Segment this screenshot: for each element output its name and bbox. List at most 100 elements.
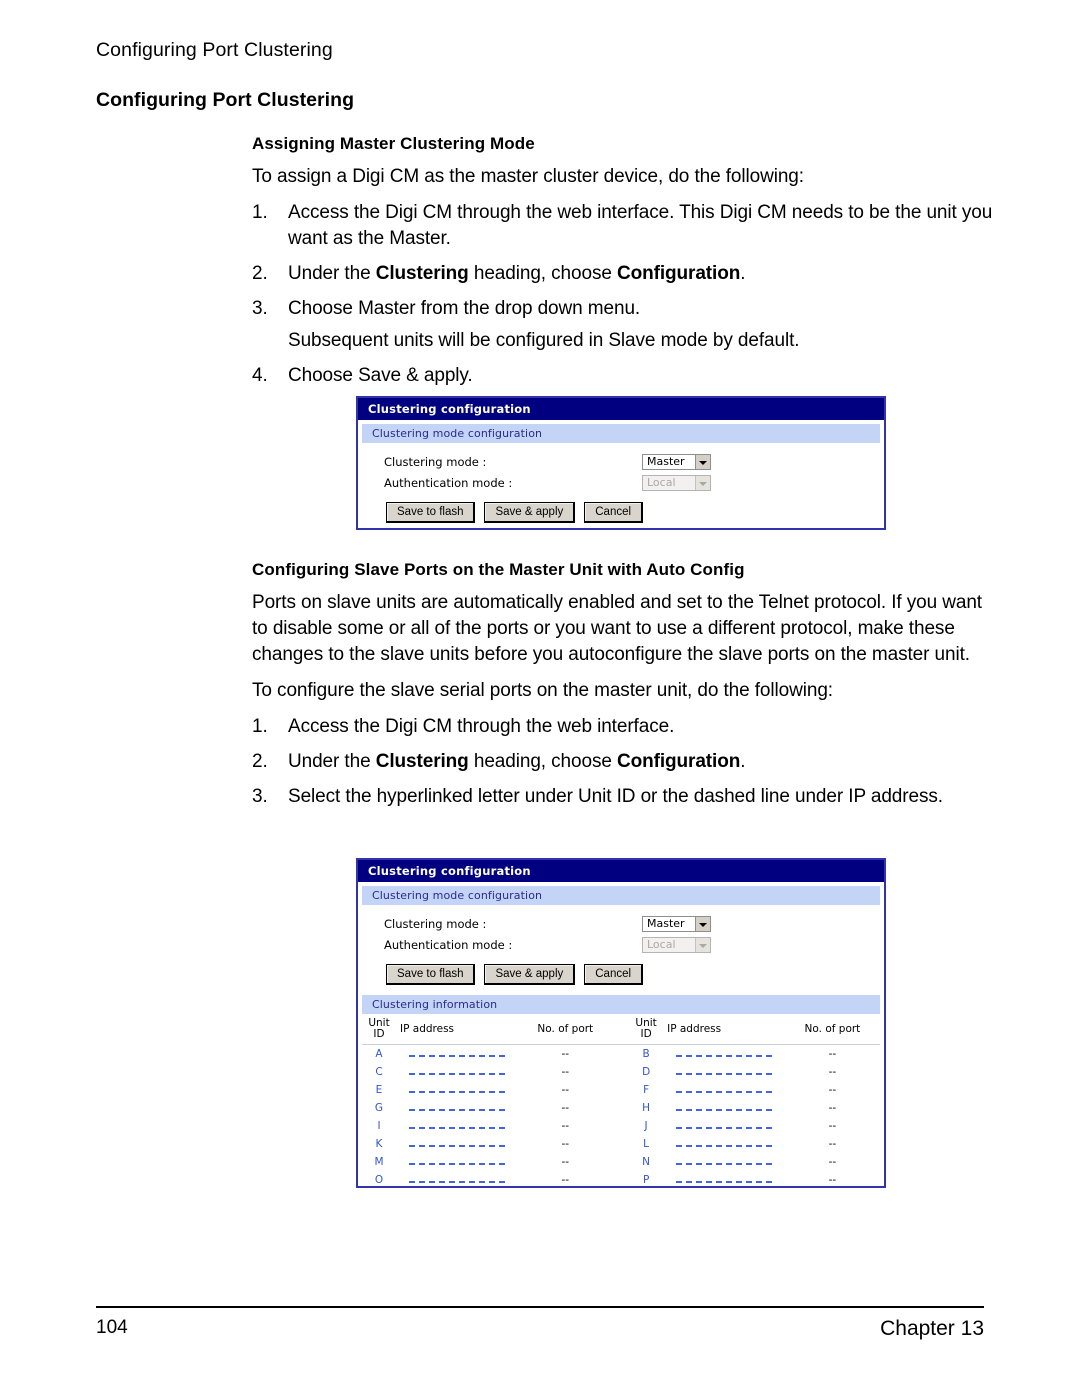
unit-id-link[interactable]: D bbox=[629, 1063, 663, 1081]
authentication-mode-row: Authentication mode : Local bbox=[384, 472, 880, 493]
clustering-configuration-panel-1: Clustering configuration Clustering mode… bbox=[356, 396, 886, 530]
ip-address-link[interactable] bbox=[396, 1153, 518, 1171]
ip-address-link[interactable] bbox=[396, 1045, 518, 1064]
unit-id-link[interactable]: K bbox=[362, 1135, 396, 1153]
ip-address-link[interactable] bbox=[663, 1099, 785, 1117]
unit-id-link[interactable]: H bbox=[629, 1099, 663, 1117]
section2-para2: To configure the slave serial ports on t… bbox=[252, 680, 833, 701]
table-row: E -- F -- bbox=[362, 1081, 880, 1099]
ip-address-link[interactable] bbox=[663, 1045, 785, 1064]
table-header-row: Unit ID IP address No. of port Unit ID I… bbox=[362, 1016, 880, 1045]
clustering-mode-value: Master bbox=[647, 916, 685, 930]
dashed-link-icon bbox=[408, 1068, 505, 1075]
step-text: Under the bbox=[288, 751, 376, 772]
row-gap bbox=[613, 1135, 629, 1153]
step-text: Access the Digi CM through the web inter… bbox=[288, 202, 993, 249]
section-header-clustering-mode: Clustering mode configuration bbox=[362, 886, 880, 905]
ip-address-link[interactable] bbox=[396, 1135, 518, 1153]
step-bold-clustering: Clustering bbox=[375, 263, 469, 284]
col-no-of-port-left: No. of port bbox=[517, 1016, 613, 1045]
panel-titlebar: Clustering configuration bbox=[358, 860, 884, 882]
panel-body: Clustering mode configuration Clustering… bbox=[358, 420, 884, 531]
document-page: Configuring Port Clustering Configuring … bbox=[0, 0, 1080, 1397]
save-to-flash-button[interactable]: Save to flash bbox=[386, 964, 476, 985]
unit-id-link[interactable]: E bbox=[362, 1081, 396, 1099]
dashed-link-icon bbox=[675, 1050, 772, 1057]
ip-address-link[interactable] bbox=[663, 1081, 785, 1099]
no-of-port-value: -- bbox=[828, 1084, 837, 1096]
row-gap bbox=[613, 1117, 629, 1135]
no-of-port-value: -- bbox=[828, 1156, 837, 1168]
chevron-down-icon bbox=[695, 454, 710, 469]
ip-address-link[interactable] bbox=[396, 1099, 518, 1117]
no-of-port-value: -- bbox=[561, 1174, 570, 1186]
clustering-mode-select[interactable]: Master bbox=[642, 453, 711, 470]
list-item: 2. Under the Clustering heading, choose C… bbox=[252, 749, 996, 775]
authentication-mode-select[interactable]: Local bbox=[642, 474, 711, 491]
unit-id-link[interactable]: J bbox=[629, 1117, 663, 1135]
authentication-mode-select[interactable]: Local bbox=[642, 936, 711, 953]
unit-id-link[interactable]: A bbox=[362, 1045, 396, 1064]
dashed-link-icon bbox=[675, 1122, 772, 1129]
chevron-down-icon bbox=[695, 916, 710, 931]
unit-id-link[interactable]: N bbox=[629, 1153, 663, 1171]
unit-id-link[interactable]: O bbox=[362, 1171, 396, 1189]
authentication-mode-label: Authentication mode : bbox=[384, 937, 513, 952]
ip-address-link[interactable] bbox=[663, 1063, 785, 1081]
unit-id-link[interactable]: L bbox=[629, 1135, 663, 1153]
step-text: Choose Master from the drop down menu. bbox=[288, 298, 641, 319]
ip-address-link[interactable] bbox=[396, 1117, 518, 1135]
step-text-after: . bbox=[740, 263, 746, 284]
unit-id-link[interactable]: I bbox=[362, 1117, 396, 1135]
save-and-apply-button[interactable]: Save & apply bbox=[484, 502, 576, 523]
unit-id-link[interactable]: F bbox=[629, 1081, 663, 1099]
row-gap bbox=[613, 1045, 629, 1064]
table-row: K -- L -- bbox=[362, 1135, 880, 1153]
button-bar: Save to flash Save & apply Cancel bbox=[386, 502, 880, 523]
ip-address-link[interactable] bbox=[663, 1153, 785, 1171]
running-head: Configuring Port Clustering bbox=[96, 39, 333, 61]
ip-address-link[interactable] bbox=[663, 1171, 785, 1189]
clustering-mode-select[interactable]: Master bbox=[642, 915, 711, 932]
list-item: 1. Access the Digi CM through the web int… bbox=[252, 200, 996, 252]
ip-address-link[interactable] bbox=[663, 1117, 785, 1135]
row-gap bbox=[613, 1171, 629, 1189]
dashed-link-icon bbox=[408, 1104, 505, 1111]
no-of-port-value: -- bbox=[561, 1138, 570, 1150]
ip-address-link[interactable] bbox=[396, 1081, 518, 1099]
ip-address-link[interactable] bbox=[396, 1171, 518, 1189]
section1-subheading: Assigning Master Clustering Mode bbox=[252, 134, 535, 153]
no-of-port-value: -- bbox=[828, 1102, 837, 1114]
section1-step3-note: Subsequent units will be configured in S… bbox=[288, 330, 800, 351]
clustering-mode-value: Master bbox=[647, 454, 685, 468]
section2-subheading: Configuring Slave Ports on the Master Un… bbox=[252, 560, 745, 579]
list-item: 3. Select the hyperlinked letter under Un… bbox=[252, 784, 996, 810]
ip-address-link[interactable] bbox=[663, 1135, 785, 1153]
list-item: 2. Under the Clustering heading, choose C… bbox=[252, 261, 996, 287]
clustering-mode-form: Clustering mode : Master Authentication … bbox=[362, 443, 880, 527]
unit-id-link[interactable]: C bbox=[362, 1063, 396, 1081]
button-bar: Save to flash Save & apply Cancel bbox=[386, 964, 880, 985]
ip-address-link[interactable] bbox=[396, 1063, 518, 1081]
cancel-button[interactable]: Cancel bbox=[584, 964, 644, 985]
unit-id-link[interactable]: G bbox=[362, 1099, 396, 1117]
unit-id-link[interactable]: M bbox=[362, 1153, 396, 1171]
dashed-link-icon bbox=[675, 1086, 772, 1093]
row-gap bbox=[613, 1081, 629, 1099]
step-number: 3. bbox=[252, 786, 268, 807]
panel-body: Clustering mode configuration Clustering… bbox=[358, 882, 884, 1193]
save-to-flash-button[interactable]: Save to flash bbox=[386, 502, 476, 523]
step-number: 2. bbox=[252, 751, 268, 772]
col-unit-id-left: Unit ID bbox=[362, 1016, 396, 1045]
no-of-port-value: -- bbox=[561, 1156, 570, 1168]
unit-id-link[interactable]: B bbox=[629, 1045, 663, 1064]
col-ip-address-right: IP address bbox=[663, 1016, 785, 1045]
unit-id-link[interactable]: P bbox=[629, 1171, 663, 1189]
page-title: Configuring Port Clustering bbox=[96, 89, 355, 111]
step-number: 2. bbox=[252, 263, 268, 284]
step-number: 4. bbox=[252, 365, 268, 386]
cancel-button[interactable]: Cancel bbox=[584, 502, 644, 523]
col-no-of-port-right: No. of port bbox=[784, 1016, 880, 1045]
save-and-apply-button[interactable]: Save & apply bbox=[484, 964, 576, 985]
body-column-2: Configuring Slave Ports on the Master Un… bbox=[252, 560, 996, 819]
